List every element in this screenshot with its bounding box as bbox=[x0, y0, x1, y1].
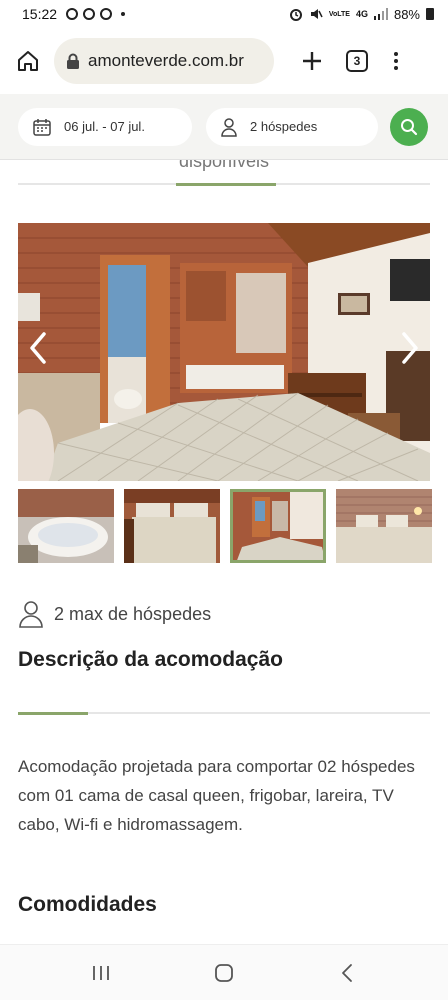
home-nav-button[interactable] bbox=[204, 953, 244, 993]
calendar-icon bbox=[33, 118, 51, 136]
notification-icon bbox=[66, 8, 79, 20]
gallery-thumbnail[interactable] bbox=[336, 489, 432, 563]
person-icon bbox=[19, 601, 43, 628]
gallery-thumbnail[interactable] bbox=[18, 489, 114, 563]
description-divider bbox=[18, 712, 430, 715]
gallery-next-button[interactable] bbox=[390, 323, 430, 373]
more-notifications-icon bbox=[121, 12, 126, 16]
back-button[interactable] bbox=[327, 953, 367, 993]
kebab-menu-icon bbox=[394, 52, 398, 56]
chrome-icon bbox=[100, 8, 113, 20]
description-text: Acomodação projetada para comportar 02 h… bbox=[18, 757, 415, 834]
home-nav-icon bbox=[215, 963, 233, 982]
back-icon bbox=[341, 963, 352, 982]
search-icon bbox=[401, 118, 418, 135]
url-text: amonteverde.com.br bbox=[88, 51, 244, 70]
person-icon bbox=[221, 117, 237, 137]
gallery-thumbnail[interactable] bbox=[124, 489, 220, 563]
thumbnail-image-room-overview bbox=[230, 489, 326, 563]
network-type: 4G bbox=[355, 9, 368, 19]
max-guests-text: 2 max de hóspedes bbox=[54, 603, 212, 624]
tab-switcher-button[interactable]: 3 bbox=[346, 50, 368, 72]
amenities-title: Comodidades bbox=[18, 893, 157, 916]
partial-heading-text: disponíveis bbox=[178, 160, 270, 171]
room-photo-gallery[interactable] bbox=[18, 223, 430, 481]
battery-icon bbox=[426, 8, 434, 20]
alarm-icon bbox=[289, 9, 302, 21]
status-left: 15:22 bbox=[22, 6, 126, 22]
room-photo bbox=[18, 223, 430, 481]
recent-apps-button[interactable] bbox=[81, 953, 121, 993]
chevron-left-icon bbox=[30, 332, 46, 364]
thumbnail-image-bed bbox=[336, 489, 432, 563]
status-time: 15:22 bbox=[22, 6, 58, 22]
plus-icon bbox=[303, 52, 321, 70]
guests-value: 2 hóspedes bbox=[250, 119, 318, 134]
thumbnail-image-bedroom bbox=[124, 489, 220, 563]
android-navigation-bar bbox=[0, 944, 448, 1000]
gallery-thumbnail-active[interactable] bbox=[230, 489, 326, 563]
status-right: VoLTE 4G 88% bbox=[289, 7, 434, 22]
status-bar: 15:22 VoLTE 4G 88% bbox=[0, 0, 448, 28]
guests-field[interactable]: 2 hóspedes bbox=[206, 107, 378, 146]
thumbnail-image-hydromassage bbox=[18, 489, 114, 563]
battery-percent: 88% bbox=[393, 6, 420, 22]
search-button[interactable] bbox=[390, 107, 428, 146]
gallery-thumbnails bbox=[18, 489, 448, 563]
mute-icon bbox=[310, 9, 323, 19]
section-heading-partial: disponíveis bbox=[0, 160, 448, 172]
volte-icon: VoLTE bbox=[328, 10, 350, 18]
gallery-prev-button[interactable] bbox=[18, 323, 58, 373]
browser-toolbar: amonteverde.com.br 3 bbox=[0, 28, 448, 94]
date-range-field[interactable]: 06 jul. - 07 jul. bbox=[18, 107, 192, 146]
divider-accent bbox=[176, 183, 276, 186]
booking-search-bar: 06 jul. - 07 jul. 2 hóspedes bbox=[0, 94, 448, 160]
home-icon bbox=[18, 51, 38, 71]
date-range-value: 06 jul. - 07 jul. bbox=[64, 119, 145, 134]
home-button[interactable] bbox=[10, 43, 46, 79]
browser-menu-button[interactable] bbox=[386, 41, 406, 81]
lock-icon bbox=[67, 53, 79, 69]
recent-apps-icon bbox=[93, 965, 110, 980]
new-tab-button[interactable] bbox=[292, 41, 332, 81]
description-title: Descrição da acomodação bbox=[18, 648, 283, 671]
max-guests-info: 2 max de hóspedes bbox=[18, 600, 211, 628]
chevron-right-icon bbox=[402, 332, 418, 364]
heading-divider bbox=[18, 183, 430, 186]
address-bar[interactable]: amonteverde.com.br bbox=[54, 38, 274, 84]
notification-icon bbox=[83, 8, 96, 20]
divider-accent bbox=[18, 712, 88, 715]
signal-icon bbox=[373, 8, 388, 20]
